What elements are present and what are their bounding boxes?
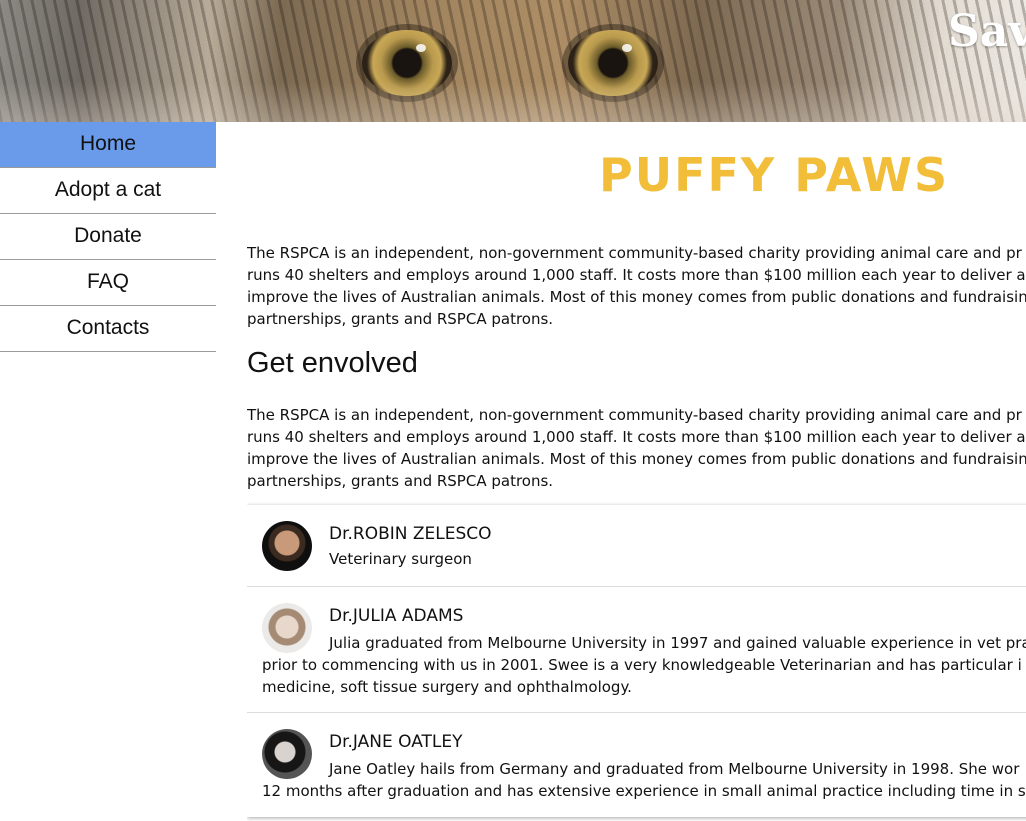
header-banner: Sav <box>0 0 1026 122</box>
avatar <box>262 521 312 571</box>
staff-bio: Jane Oatley hails from Germany and gradu… <box>262 760 1026 800</box>
staff-card: Dr.JANE OATLEY Jane Oatley hails from Ge… <box>247 713 1026 818</box>
nav-item-contacts[interactable]: Contacts <box>0 306 216 352</box>
staff-card: Dr.ROBIN ZELESCO Veterinary surgeon <box>247 505 1026 587</box>
staff-name: Dr.JANE OATLEY <box>329 732 463 752</box>
section-title: Get envolved <box>247 347 418 379</box>
staff-name: Dr.ROBIN ZELESCO <box>329 524 492 544</box>
staff-list: Dr.ROBIN ZELESCO Veterinary surgeon Dr.J… <box>247 505 1026 817</box>
staff-name: Dr.JULIA ADAMS <box>329 606 464 626</box>
nav-item-faq[interactable]: FAQ <box>0 260 216 306</box>
site-logo: PUFFY PAWS <box>599 148 950 202</box>
staff-card: Dr.JULIA ADAMS Julia graduated from Melb… <box>247 587 1026 713</box>
staff-bio: Julia graduated from Melbourne Universit… <box>262 634 1026 696</box>
main-content: PUFFY PAWS The RSPCA is an independent, … <box>247 122 1026 821</box>
section-paragraph: The RSPCA is an independent, non-governm… <box>247 406 1026 490</box>
nav-item-donate[interactable]: Donate <box>0 214 216 260</box>
nav-item-home[interactable]: Home <box>0 122 216 168</box>
cat-eye-right-image <box>568 30 658 96</box>
banner-title: Sav <box>948 6 1026 57</box>
nav-item-adopt-a-cat[interactable]: Adopt a cat <box>0 168 216 214</box>
intro-paragraph: The RSPCA is an independent, non-governm… <box>247 244 1026 328</box>
sidebar-nav: Home Adopt a cat Donate FAQ Contacts <box>0 122 216 352</box>
cat-eye-left-image <box>362 30 452 96</box>
staff-role: Veterinary surgeon <box>329 550 472 568</box>
